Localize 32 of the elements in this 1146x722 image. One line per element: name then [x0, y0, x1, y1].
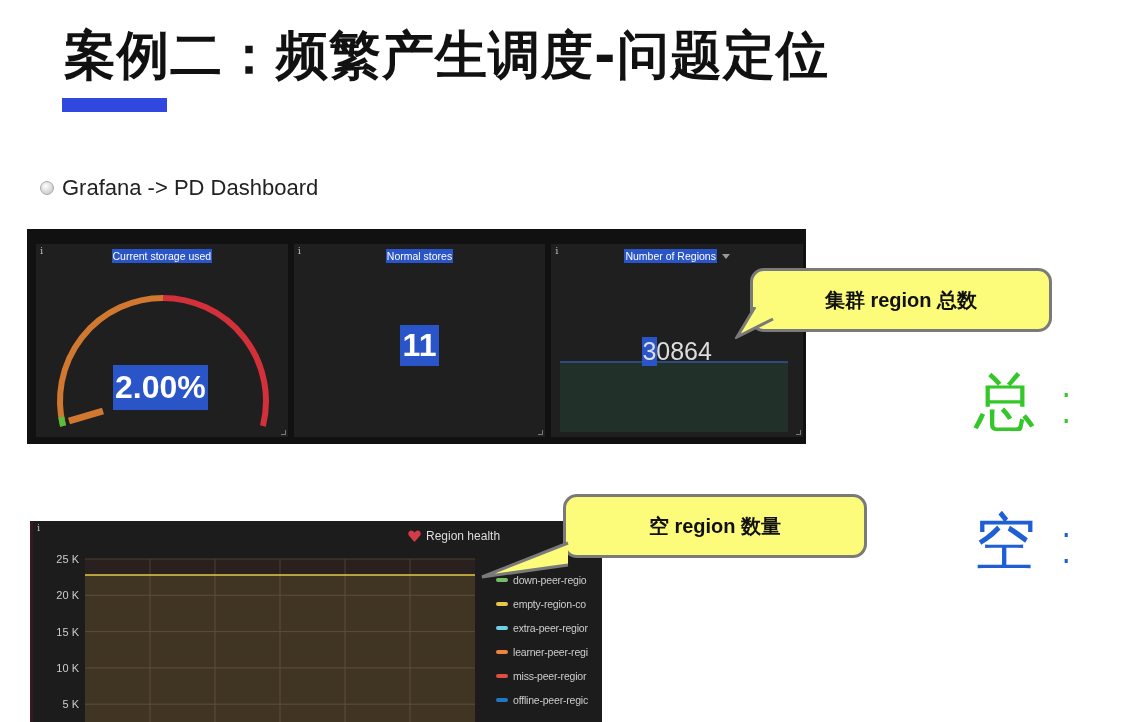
resize-handle-icon[interactable]	[796, 430, 801, 435]
legend-label[interactable]: offline-peer-regic	[513, 693, 588, 706]
info-icon: i	[37, 522, 41, 533]
slide-title: 案例二：频繁产生调度-问题定位	[63, 24, 830, 87]
y-tick-label: 20 K	[56, 589, 79, 602]
y-tick-label: 10 K	[56, 661, 79, 674]
bullet-text: Grafana -> PD Dashboard	[62, 175, 319, 201]
info-icon: i	[40, 245, 44, 256]
legend-label[interactable]: down-peer-regio	[513, 573, 587, 586]
panel-title: Current storage used	[111, 249, 213, 263]
heart-icon	[408, 530, 421, 542]
callout-text: 集群 region 总数	[824, 287, 978, 313]
panel-title: Normal stores	[385, 249, 454, 263]
y-tick-label: 25 K	[56, 553, 79, 565]
stat-value: 11	[399, 325, 440, 366]
gauge-value: 2.00%	[113, 365, 208, 410]
y-tick-label: 15 K	[56, 625, 79, 638]
y-tick-label: 5 K	[62, 698, 79, 711]
legend-label[interactable]: extra-peer-regior	[513, 621, 588, 634]
legend-label[interactable]: empty-region-co	[513, 597, 586, 610]
graph-title: Region health	[426, 529, 501, 543]
handwritten-note: 空 :	[974, 504, 1077, 580]
resize-handle-icon[interactable]	[280, 430, 286, 435]
info-icon: i	[297, 245, 301, 256]
legend-label[interactable]: learner-peer-regi	[513, 645, 588, 658]
info-icon: i	[555, 245, 559, 256]
handwritten-note: 总 :	[974, 364, 1077, 440]
legend-label[interactable]: miss-peer-regior	[513, 669, 587, 682]
panel-title: Number of Regions	[624, 249, 717, 263]
resize-handle-icon[interactable]	[538, 430, 544, 435]
callout-text: 空 region 数量	[648, 513, 782, 539]
bullet-icon	[40, 181, 54, 195]
